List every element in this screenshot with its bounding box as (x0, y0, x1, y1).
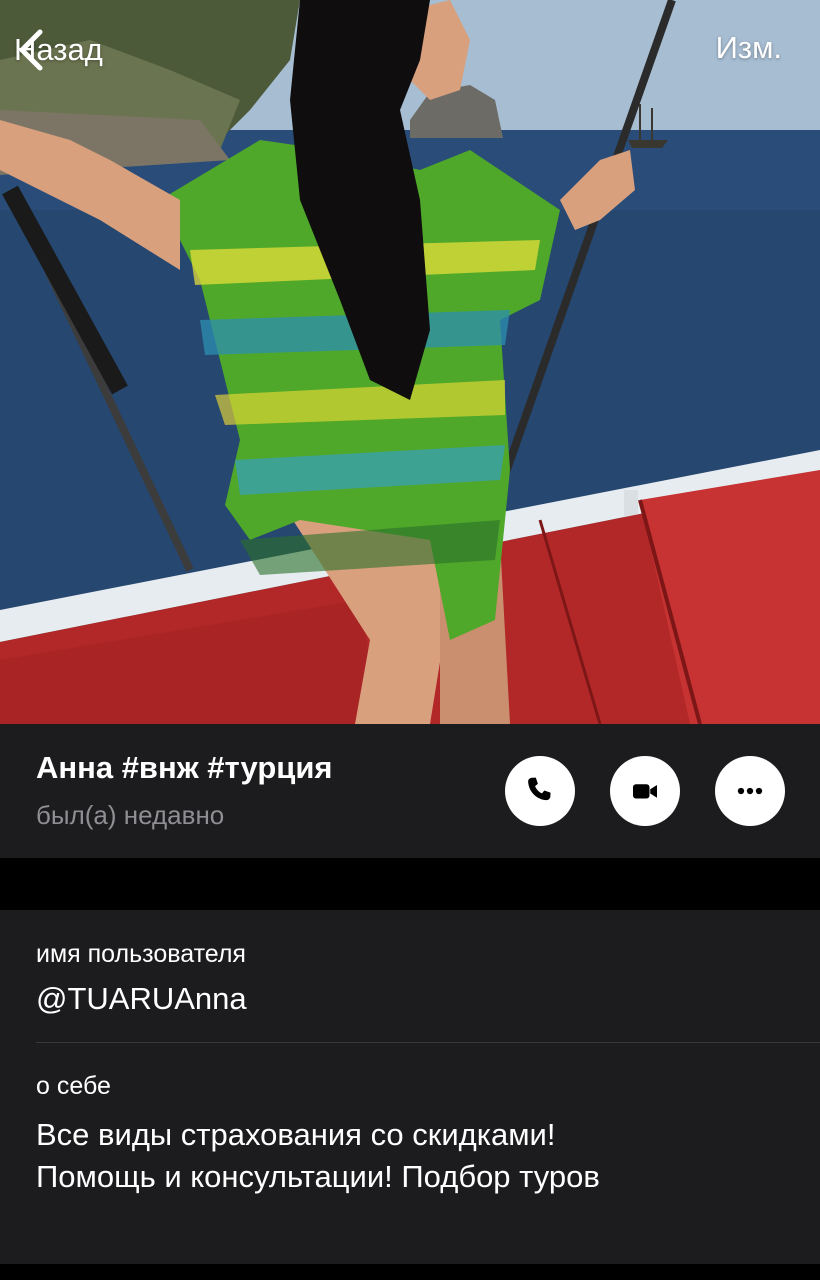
ellipsis-icon (737, 787, 763, 795)
video-call-button[interactable] (610, 756, 680, 826)
video-camera-icon (633, 784, 657, 799)
username-label: имя пользователя (36, 940, 246, 968)
profile-photo[interactable]: Назад Изм. (0, 0, 820, 724)
profile-photo-illustration (0, 0, 820, 724)
call-button[interactable] (505, 756, 575, 826)
back-button[interactable]: Назад (14, 24, 103, 76)
bio-text: Все виды страхования со скидками! Помощь… (36, 1114, 796, 1198)
last-seen-status: был(а) недавно (36, 800, 225, 830)
chevron-left-icon (19, 29, 43, 71)
profile-name: Анна #внж #турция (36, 750, 333, 785)
bio-line: Помощь и консультации! Подбор туров (36, 1159, 600, 1194)
bio-line: Все виды страхования со скидками! (36, 1117, 556, 1152)
bio-label: о себе (36, 1072, 111, 1100)
phone-icon (528, 777, 551, 801)
username-value[interactable]: @TUARUAnna (36, 978, 247, 1020)
profile-info-card: имя пользователя @TUARUAnna о себе Все в… (0, 910, 820, 1264)
info-divider (36, 1042, 820, 1043)
profile-header: Анна #внж #турция был(а) недавно (0, 724, 820, 858)
edit-button[interactable]: Изм. (716, 30, 782, 66)
more-button[interactable] (715, 756, 785, 826)
